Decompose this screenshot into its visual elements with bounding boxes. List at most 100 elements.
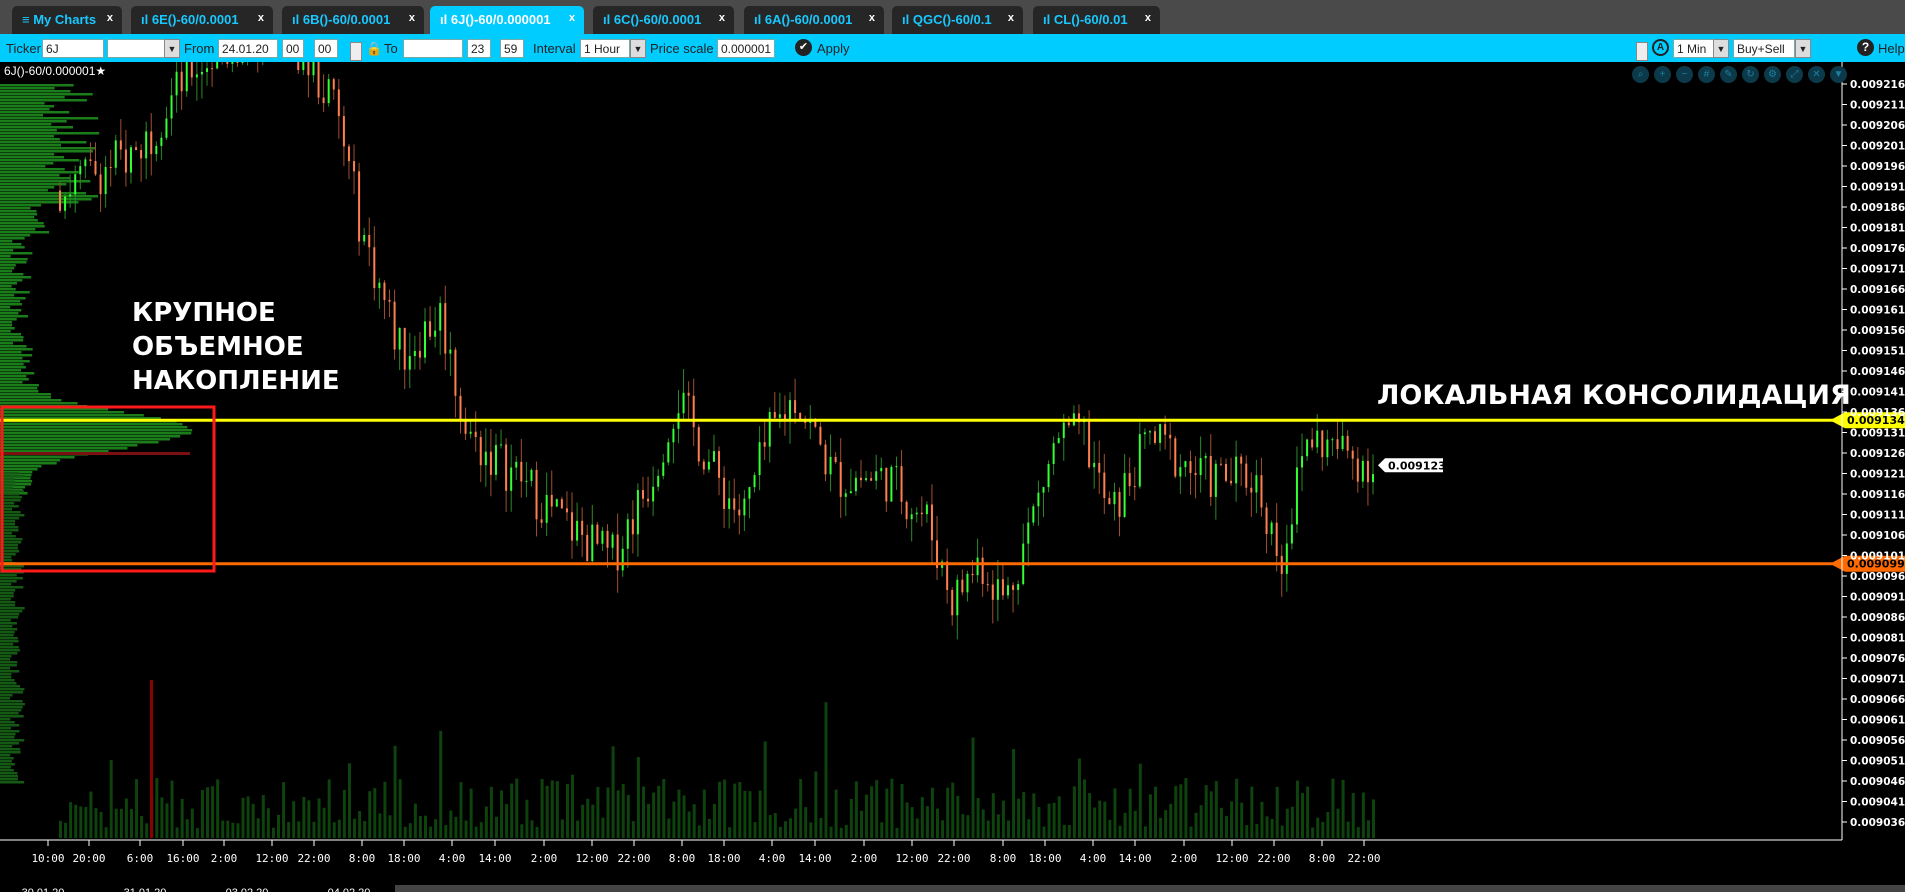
volume-profile-bar [0, 718, 11, 721]
candle-body [1235, 456, 1238, 484]
chevron-down-icon[interactable]: ▼ [1713, 39, 1729, 58]
close-icon[interactable]: ✕ [1808, 66, 1825, 83]
candle-body [1027, 522, 1030, 544]
chart-symbol: 6J()-60/0.000001★ [4, 64, 106, 78]
volume-bar [971, 737, 975, 838]
volume-bar [824, 702, 828, 838]
refresh-icon[interactable]: ↻ [1742, 66, 1759, 83]
volume-bar [221, 820, 225, 838]
candle-body [64, 196, 67, 211]
volume-bar [1001, 800, 1005, 838]
expand-icon[interactable]: ⤢ [1786, 66, 1803, 83]
tab-0[interactable]: ≡ My Charts x [12, 6, 122, 34]
to-date-input[interactable] [403, 39, 463, 58]
candle-body [424, 321, 427, 358]
close-tab-icon[interactable]: x [107, 4, 113, 32]
auto-icon[interactable]: A [1652, 39, 1669, 56]
chevron-down-icon[interactable]: ▼ [164, 39, 180, 58]
volume-profile-bar [0, 706, 23, 709]
ticker-select[interactable] [107, 39, 165, 58]
interval-select[interactable]: 1 Hour [580, 39, 630, 58]
price-scale-input[interactable]: 0.000001 [717, 39, 775, 58]
candle-body [885, 467, 888, 502]
tab-6[interactable]: ıl QGC()-60/0.1 x [892, 6, 1023, 34]
close-tab-icon[interactable]: x [258, 4, 264, 32]
volume-bar [652, 792, 656, 838]
pencil-icon[interactable]: ✎ [1720, 66, 1737, 83]
volume-profile-bar [0, 123, 52, 126]
candle-body [494, 445, 497, 475]
volume-bar [667, 818, 671, 838]
candle-body [175, 71, 178, 96]
tab-7[interactable]: ıl CL()-60/0.01 x [1033, 6, 1160, 34]
candle-body [302, 62, 305, 71]
volume-bar [1083, 779, 1087, 838]
close-tab-icon[interactable]: x [1008, 4, 1014, 32]
volume-profile-bar [0, 577, 23, 580]
close-tab-icon[interactable]: x [869, 4, 875, 32]
zoom-reset-icon[interactable]: ⌕ [1632, 66, 1649, 83]
help-link[interactable]: Help [1878, 39, 1905, 58]
volume-bar [1209, 791, 1213, 838]
chevron-down-icon[interactable]: ▼ [1830, 66, 1847, 83]
from-hour-input[interactable]: 00 [282, 39, 304, 58]
to-hour-input[interactable]: 23 [467, 39, 491, 58]
close-tab-icon[interactable]: x [409, 4, 415, 32]
volume-bar [545, 785, 549, 838]
candle-body [505, 444, 508, 491]
side-select[interactable]: Buy+Sell [1733, 39, 1795, 58]
volume-bar [941, 820, 945, 838]
grid-icon[interactable]: # [1698, 66, 1715, 83]
price-tick-label: 0.009086 [1850, 612, 1905, 624]
help-icon[interactable]: ? [1857, 39, 1874, 56]
volume-bar [748, 791, 752, 838]
tab-3[interactable]: ıl 6J()-60/0.000001 x [430, 6, 584, 34]
from-date-input[interactable]: 24.01.20 [218, 39, 278, 58]
candle-body [383, 282, 386, 300]
volume-profile-bar [0, 490, 24, 493]
chevron-down-icon[interactable]: ▼ [630, 39, 646, 58]
apply-button[interactable]: Apply [817, 39, 850, 58]
date-label: 04.02.20 [328, 887, 371, 892]
volume-profile-bar [0, 670, 20, 673]
close-tab-icon[interactable]: x [719, 4, 725, 32]
horizontal-scrollbar[interactable] [395, 885, 1905, 892]
candle-body [682, 392, 685, 414]
volume-bar [190, 808, 194, 838]
auto-checkbox[interactable] [1636, 42, 1648, 61]
star-icon[interactable]: ★ [95, 64, 106, 78]
volume-profile-bar [0, 276, 32, 279]
tab-4[interactable]: ıl 6C()-60/0.0001 x [593, 6, 734, 34]
date-label: 30.01.20 [22, 887, 65, 892]
chevron-down-icon[interactable]: ▼ [1795, 39, 1811, 58]
volume-profile-bar [0, 108, 50, 111]
volume-bar [925, 806, 929, 838]
to-minute-input[interactable]: 59 [500, 39, 524, 58]
tab-5[interactable]: ıl 6A()-60/0.0001 x [744, 6, 884, 34]
candle-body [1093, 462, 1096, 468]
candle-body [444, 303, 447, 354]
from-minute-input[interactable]: 00 [314, 39, 338, 58]
volume-profile-bar [0, 321, 12, 324]
time-tick-label: 20:00 [72, 852, 105, 865]
close-tab-icon[interactable]: x [1145, 4, 1151, 32]
tab-2[interactable]: ıl 6B()-60/0.0001 x [282, 6, 424, 34]
price-chart[interactable]: 0.0091340.0090990.0091230.0092160.009211… [0, 62, 1905, 892]
lock-checkbox[interactable] [350, 42, 362, 61]
close-tab-icon[interactable]: x [569, 4, 575, 32]
volume-profile-bar [0, 586, 24, 589]
price-tick-label: 0.009196 [1850, 161, 1905, 173]
candle-body [1001, 579, 1004, 596]
check-icon[interactable]: ✔ [795, 39, 812, 56]
zoom-in-icon[interactable]: + [1654, 66, 1671, 83]
candle-body [748, 487, 751, 499]
ticker-input[interactable]: 6J [42, 39, 104, 58]
price-tick-label: 0.009061 [1850, 715, 1905, 727]
candle-body [489, 451, 492, 475]
volume-bar [474, 826, 478, 838]
gear-icon[interactable]: ⚙ [1764, 66, 1781, 83]
zoom-out-icon[interactable]: − [1676, 66, 1693, 83]
tab-1[interactable]: ıl 6E()-60/0.0001 x [131, 6, 273, 34]
volume-profile-bar [0, 664, 17, 667]
volume-profile-bar [0, 580, 17, 583]
